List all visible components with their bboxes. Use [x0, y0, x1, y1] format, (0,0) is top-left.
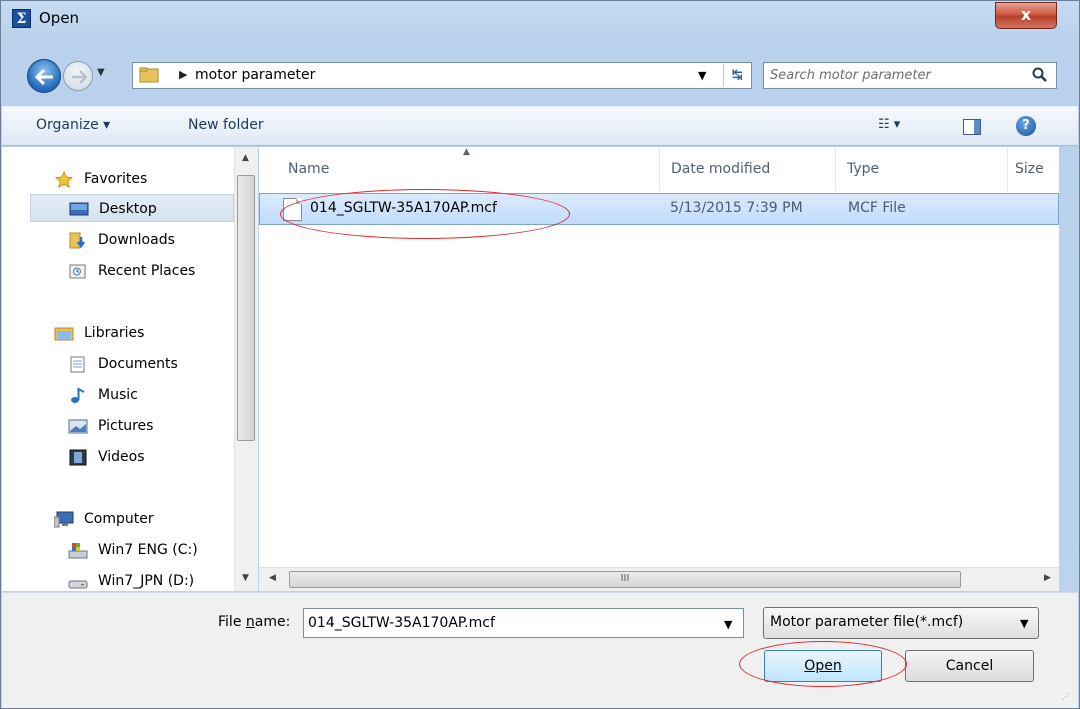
nav-item-documents[interactable]: Documents: [68, 350, 228, 378]
nav-item-videos[interactable]: Videos: [68, 443, 228, 471]
file-type-dropdown-icon[interactable]: ▼: [1020, 617, 1028, 630]
nav-item-downloads[interactable]: Downloads: [68, 226, 228, 254]
file-type-selected: Motor parameter file(*.mcf): [770, 614, 964, 630]
file-name-dropdown-icon[interactable]: ▼: [724, 618, 732, 631]
resize-grip-icon[interactable]: ⋰: [1062, 692, 1070, 701]
command-bar: Organize ▾ New folder ☷ ▾ ?: [2, 106, 1078, 146]
column-divider[interactable]: [835, 147, 836, 191]
scroll-up-icon[interactable]: ▲: [242, 153, 249, 163]
recent-locations-dropdown-icon[interactable]: ▼: [97, 67, 105, 78]
file-type: MCF File: [848, 200, 906, 216]
address-dropdown-icon[interactable]: ▼: [698, 69, 706, 82]
open-dialog: Σ Open x ▼ ▶ motor parameter ▼ ↹ Organiz…: [0, 0, 1080, 709]
column-header-date-modified[interactable]: Date modified: [671, 161, 770, 177]
navigation-pane: Favorites Desktop Downloads Recent Place…: [2, 147, 234, 591]
libraries-icon: [54, 327, 74, 341]
dialog-title: Open: [39, 9, 80, 27]
cancel-button[interactable]: Cancel: [905, 650, 1034, 682]
back-button[interactable]: [27, 59, 61, 93]
nav-item-recent-places[interactable]: Recent Places: [68, 257, 234, 285]
search-box[interactable]: [763, 62, 1057, 89]
file-name-field[interactable]: [308, 612, 708, 634]
star-icon: [54, 171, 74, 188]
back-arrow-icon: [35, 68, 53, 86]
nav-scroll-thumb[interactable]: [237, 175, 255, 441]
sort-ascending-icon: ▲: [463, 147, 470, 157]
computer-icon: [54, 511, 74, 528]
title-bar[interactable]: Σ Open x: [1, 1, 1079, 35]
new-folder-button[interactable]: New folder: [188, 117, 264, 133]
organize-button[interactable]: Organize ▾: [36, 117, 110, 133]
search-icon[interactable]: [1032, 67, 1048, 83]
preview-pane-icon[interactable]: [963, 119, 981, 135]
forward-arrow-icon: [72, 70, 87, 84]
horizontal-scrollbar[interactable]: ◀ III ▶: [259, 567, 1059, 591]
drive-c-icon: [68, 543, 88, 559]
column-divider[interactable]: [659, 147, 660, 191]
forward-button[interactable]: [63, 61, 93, 91]
change-view-icon[interactable]: ☷ ▾: [878, 117, 900, 132]
file-date-modified: 5/13/2015 7:39 PM: [670, 200, 803, 216]
column-divider[interactable]: [1007, 147, 1008, 191]
scroll-down-icon[interactable]: ▼: [242, 573, 249, 583]
folder-icon: [139, 67, 159, 83]
breadcrumb-current[interactable]: motor parameter: [195, 67, 315, 83]
scroll-right-icon[interactable]: ▶: [1044, 573, 1051, 583]
file-name-combobox[interactable]: ▼: [303, 608, 744, 638]
nav-scrollbar[interactable]: ▲ ▼: [234, 147, 258, 591]
desktop-icon: [69, 202, 89, 216]
nav-item-computer[interactable]: Computer: [54, 505, 224, 533]
nav-item-desktop[interactable]: Desktop: [30, 194, 234, 222]
column-header-size[interactable]: Size: [1015, 161, 1044, 177]
scroll-left-icon[interactable]: ◀: [269, 573, 276, 583]
file-type-select[interactable]: Motor parameter file(*.mcf) ▼: [763, 607, 1039, 639]
nav-item-drive-d[interactable]: Win7_JPN (D:): [68, 567, 228, 595]
music-icon: [71, 387, 85, 403]
videos-icon: [69, 449, 87, 466]
pictures-icon: [68, 419, 88, 434]
refresh-icon[interactable]: ↹: [723, 64, 751, 87]
help-icon[interactable]: ?: [1016, 116, 1036, 136]
file-name-label: File name:: [218, 614, 291, 630]
horizontal-scroll-thumb[interactable]: III: [289, 571, 961, 588]
recent-places-icon: [69, 264, 86, 279]
drive-d-icon: [68, 580, 88, 589]
address-bar[interactable]: ▶ motor parameter ▼ ↹: [132, 62, 752, 89]
nav-item-favorites[interactable]: Favorites: [54, 165, 224, 193]
dialog-footer: File name: ▼ Motor parameter file(*.mcf)…: [2, 592, 1078, 708]
nav-item-music[interactable]: Music: [68, 381, 228, 409]
app-sigma-icon: Σ: [12, 9, 31, 28]
annotation-ellipse-open: [739, 641, 907, 687]
downloads-icon: [69, 232, 85, 249]
search-input[interactable]: [770, 65, 1020, 86]
documents-icon: [70, 356, 85, 373]
column-header-type[interactable]: Type: [847, 161, 879, 177]
annotation-ellipse-file: [280, 189, 570, 239]
nav-item-libraries[interactable]: Libraries: [54, 319, 224, 347]
nav-item-drive-c[interactable]: Win7 ENG (C:): [68, 536, 228, 564]
breadcrumb-separator-icon[interactable]: ▶: [179, 68, 187, 81]
close-button[interactable]: x: [995, 2, 1057, 29]
nav-item-pictures[interactable]: Pictures: [68, 412, 228, 440]
column-header-name[interactable]: Name: [288, 161, 329, 177]
